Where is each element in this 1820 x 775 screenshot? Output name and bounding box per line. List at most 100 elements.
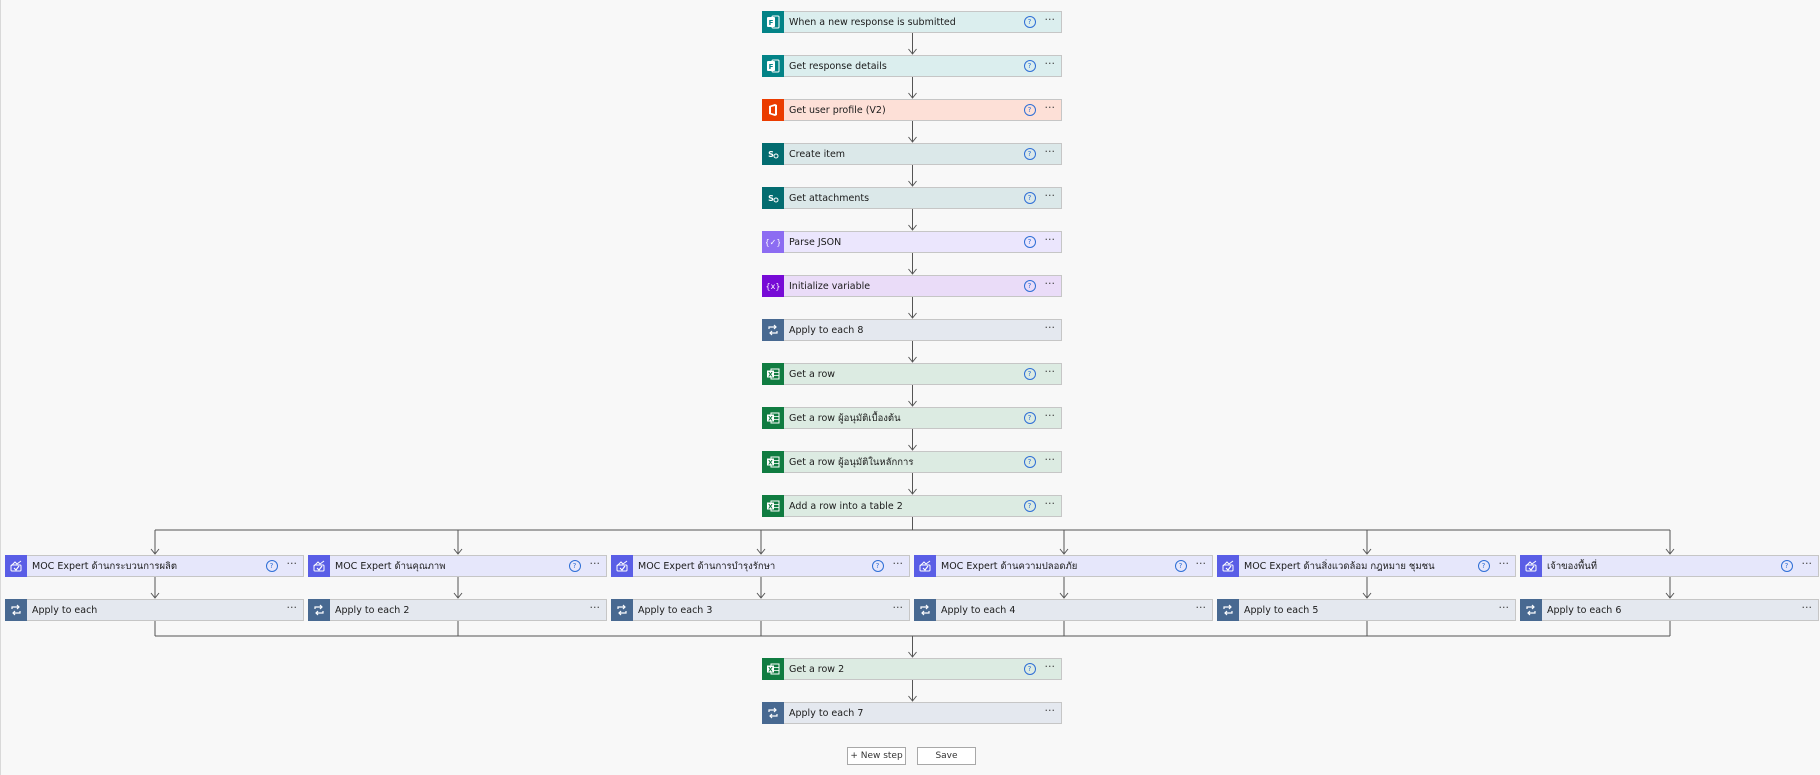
- more-options-icon[interactable]: ···: [1045, 234, 1056, 249]
- step-title: MOC Expert ด้านความปลอดภัย: [941, 560, 1078, 572]
- step-title: Parse JSON: [789, 236, 842, 248]
- help-icon[interactable]: ?: [1023, 456, 1036, 468]
- loop-icon: [1520, 599, 1542, 621]
- loop-icon: [308, 599, 330, 621]
- step-card[interactable]: {x} Initialize variable? ···: [762, 275, 1062, 297]
- step-title: Create item: [789, 148, 846, 160]
- step-card[interactable]: X Get a row? ···: [762, 363, 1062, 385]
- more-options-icon[interactable]: ···: [1045, 705, 1056, 720]
- forms-icon: F: [762, 55, 784, 77]
- svg-text:X: X: [768, 415, 773, 422]
- approval-card[interactable]: MOC Expert ด้านสิ่งแวดล้อม กฎหมาย ชุมชน?…: [1217, 555, 1516, 577]
- help-icon[interactable]: ?: [1023, 60, 1036, 72]
- help-icon[interactable]: ?: [1023, 500, 1036, 512]
- step-card[interactable]: Apply to each 7 ···: [762, 702, 1062, 724]
- more-options-icon[interactable]: ···: [1499, 558, 1510, 573]
- approval-card[interactable]: MOC Expert ด้านกระบวนการผลิต? ···: [5, 555, 304, 577]
- more-options-icon[interactable]: ···: [1045, 102, 1056, 117]
- more-options-icon[interactable]: ···: [1045, 58, 1056, 73]
- svg-text:X: X: [768, 459, 773, 466]
- step-title: เจ้าของพื้นที่: [1547, 560, 1598, 572]
- loop-card[interactable]: Apply to each 6 ···: [1520, 599, 1819, 621]
- loop-card[interactable]: Apply to each 4 ···: [914, 599, 1213, 621]
- step-title: MOC Expert ด้านคุณภาพ: [335, 560, 446, 572]
- more-options-icon[interactable]: ···: [1045, 146, 1056, 161]
- excel-icon: X: [762, 495, 784, 517]
- svg-text:X: X: [768, 503, 773, 510]
- help-icon[interactable]: ?: [1023, 368, 1036, 380]
- step-card[interactable]: F When a new response is submitted? ···: [762, 11, 1062, 33]
- more-options-icon[interactable]: ···: [1802, 558, 1813, 573]
- step-title: Initialize variable: [789, 280, 871, 292]
- help-icon[interactable]: ?: [568, 560, 581, 572]
- help-icon[interactable]: ?: [1023, 192, 1036, 204]
- step-card[interactable]: X Get a row 2? ···: [762, 658, 1062, 680]
- loop-card[interactable]: Apply to each ···: [5, 599, 304, 621]
- more-options-icon[interactable]: ···: [1802, 602, 1813, 617]
- approval-card[interactable]: MOC Expert ด้านคุณภาพ? ···: [308, 555, 607, 577]
- step-card[interactable]: Get user profile (V2)? ···: [762, 99, 1062, 121]
- more-options-icon[interactable]: ···: [1045, 410, 1056, 425]
- step-title: Apply to each 6: [1547, 604, 1622, 616]
- step-title: Add a row into a table 2: [789, 500, 903, 512]
- approval-card[interactable]: MOC Expert ด้านความปลอดภัย? ···: [914, 555, 1213, 577]
- more-options-icon[interactable]: ···: [1045, 498, 1056, 513]
- json-icon: {✓}: [762, 231, 784, 253]
- loop-icon: [5, 599, 27, 621]
- more-options-icon[interactable]: ···: [1499, 602, 1510, 617]
- step-card[interactable]: X Get a row ผู้อนุมัติในหลักการ? ···: [762, 451, 1062, 473]
- more-options-icon[interactable]: ···: [1196, 558, 1207, 573]
- step-card[interactable]: X Get a row ผู้อนุมัติเบื้องต้น? ···: [762, 407, 1062, 429]
- step-title: When a new response is submitted: [789, 16, 956, 28]
- svg-text:S: S: [768, 150, 774, 159]
- step-card[interactable]: X Add a row into a table 2? ···: [762, 495, 1062, 517]
- excel-icon: X: [762, 363, 784, 385]
- loop-card[interactable]: Apply to each 2 ···: [308, 599, 607, 621]
- more-options-icon[interactable]: ···: [1045, 278, 1056, 293]
- more-options-icon[interactable]: ···: [1045, 366, 1056, 381]
- svg-text:X: X: [768, 371, 773, 378]
- more-options-icon[interactable]: ···: [590, 602, 601, 617]
- save-button[interactable]: Save: [917, 747, 976, 765]
- more-options-icon[interactable]: ···: [893, 602, 904, 617]
- excel-icon: X: [762, 658, 784, 680]
- help-icon[interactable]: ?: [1023, 236, 1036, 248]
- help-icon[interactable]: ?: [1023, 280, 1036, 292]
- more-options-icon[interactable]: ···: [1045, 190, 1056, 205]
- more-options-icon[interactable]: ···: [287, 602, 298, 617]
- help-icon[interactable]: ?: [1023, 104, 1036, 116]
- help-icon[interactable]: ?: [1780, 560, 1793, 572]
- help-icon[interactable]: ?: [1174, 560, 1187, 572]
- step-card[interactable]: Apply to each 8 ···: [762, 319, 1062, 341]
- svg-text:X: X: [768, 666, 773, 673]
- flow-designer-canvas: F When a new response is submitted? ··· F Ge…: [0, 0, 1820, 775]
- step-card[interactable]: S Create item? ···: [762, 143, 1062, 165]
- more-options-icon[interactable]: ···: [1045, 322, 1056, 337]
- more-options-icon[interactable]: ···: [287, 558, 298, 573]
- approval-card[interactable]: เจ้าของพื้นที่? ···: [1520, 555, 1819, 577]
- more-options-icon[interactable]: ···: [1196, 602, 1207, 617]
- loop-card[interactable]: Apply to each 5 ···: [1217, 599, 1516, 621]
- help-icon[interactable]: ?: [1023, 16, 1036, 28]
- step-card[interactable]: {✓} Parse JSON? ···: [762, 231, 1062, 253]
- more-options-icon[interactable]: ···: [1045, 454, 1056, 469]
- step-title: Apply to each: [32, 604, 98, 616]
- help-icon[interactable]: ?: [265, 560, 278, 572]
- step-card[interactable]: S Get attachments? ···: [762, 187, 1062, 209]
- more-options-icon[interactable]: ···: [893, 558, 904, 573]
- step-title: Apply to each 7: [789, 707, 864, 719]
- help-icon[interactable]: ?: [871, 560, 884, 572]
- help-icon[interactable]: ?: [1023, 148, 1036, 160]
- more-options-icon[interactable]: ···: [1045, 661, 1056, 676]
- approval-card[interactable]: MOC Expert ด้านการบำรุงรักษา? ···: [611, 555, 910, 577]
- help-icon[interactable]: ?: [1023, 412, 1036, 424]
- more-options-icon[interactable]: ···: [590, 558, 601, 573]
- loop-card[interactable]: Apply to each 3 ···: [611, 599, 910, 621]
- help-icon[interactable]: ?: [1023, 663, 1036, 675]
- step-title: Apply to each 4: [941, 604, 1016, 616]
- more-options-icon[interactable]: ···: [1045, 14, 1056, 29]
- help-icon[interactable]: ?: [1477, 560, 1490, 572]
- step-card[interactable]: F Get response details? ···: [762, 55, 1062, 77]
- new-step-button[interactable]: + New step: [847, 747, 906, 765]
- excel-icon: X: [762, 407, 784, 429]
